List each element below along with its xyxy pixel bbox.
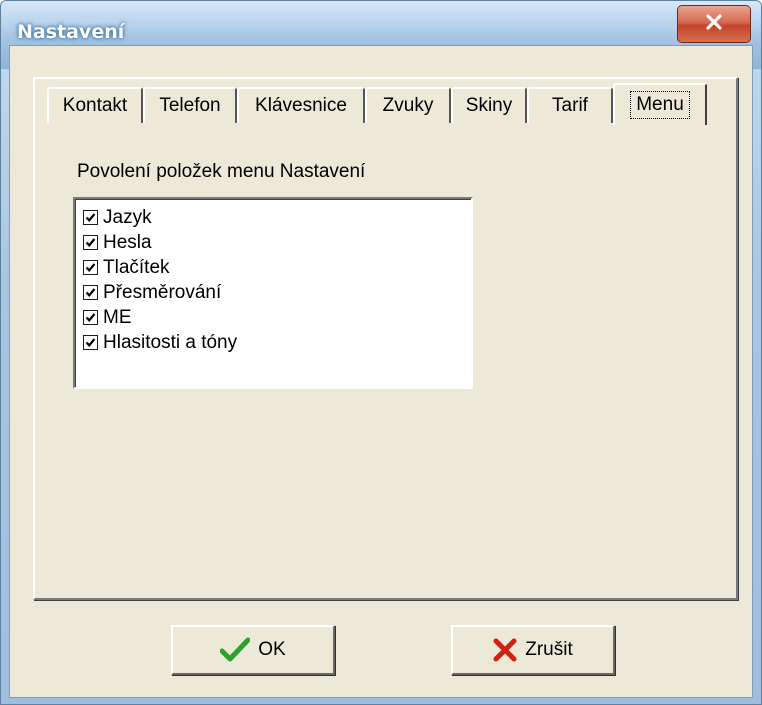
tab-menu[interactable]: Menu (613, 83, 707, 125)
tab-telefon[interactable]: Telefon (143, 87, 237, 123)
checkmark-icon (85, 238, 96, 247)
tab-label: Tarif (552, 95, 588, 116)
checkbox-jazyk[interactable] (83, 210, 98, 225)
list-item-presmerovani[interactable]: Přesměrování (83, 280, 471, 305)
menu-items-checklist[interactable]: Jazyk Hesla Tlačítek Přesměrování ME Hla… (73, 197, 473, 389)
checkbox-me[interactable] (83, 310, 98, 325)
list-item-label: Přesměrování (103, 281, 222, 303)
list-item-hlasitosti[interactable]: Hlasitosti a tóny (83, 330, 471, 355)
checkbox-presmerovani[interactable] (83, 285, 98, 300)
checkbox-hesla[interactable] (83, 235, 98, 250)
tab-kontakt[interactable]: Kontakt (47, 87, 143, 123)
tab-label: Klávesnice (255, 95, 347, 116)
list-item-label: Hesla (103, 231, 152, 253)
tab-skiny[interactable]: Skiny (451, 87, 527, 123)
tab-tarif[interactable]: Tarif (527, 87, 613, 123)
list-item-label: Tlačítek (103, 256, 170, 278)
settings-dialog: Nastavení Kontakt Telefon Klávesnice Zvu… (0, 0, 762, 705)
list-item-hesla[interactable]: Hesla (83, 230, 471, 255)
list-item-tlacitek[interactable]: Tlačítek (83, 255, 471, 280)
list-item-me[interactable]: ME (83, 305, 471, 330)
close-icon (704, 13, 724, 35)
checkbox-tlacitek[interactable] (83, 260, 98, 275)
list-item-label: ME (103, 306, 132, 328)
close-button[interactable] (677, 5, 751, 43)
list-item-label: Jazyk (103, 206, 152, 228)
tab-label: Zvuky (382, 95, 434, 116)
tab-label: Telefon (159, 95, 221, 116)
tab-label: Skiny (465, 95, 513, 116)
ok-button[interactable]: OK (171, 625, 335, 675)
cancel-button-label: Zrušit (525, 639, 573, 660)
tab-label: Menu (630, 91, 690, 119)
window-title: Nastavení (17, 21, 125, 43)
checkmark-icon (85, 338, 96, 347)
tab-label: Kontakt (62, 95, 128, 116)
list-item-jazyk[interactable]: Jazyk (83, 205, 471, 230)
menu-permissions-label: Povolení položek menu Nastavení (77, 161, 366, 182)
checkmark-icon (85, 288, 96, 297)
checkmark-icon (220, 637, 251, 663)
ok-button-label: OK (258, 639, 286, 660)
cancel-button[interactable]: Zrušit (451, 625, 615, 675)
checkmark-icon (85, 213, 96, 222)
tab-klavesnice[interactable]: Klávesnice (237, 87, 365, 123)
tab-zvuky[interactable]: Zvuky (365, 87, 451, 123)
checkmark-icon (85, 263, 96, 272)
checkmark-icon (85, 313, 96, 322)
list-item-label: Hlasitosti a tóny (103, 331, 238, 353)
checkbox-hlasitosti[interactable] (83, 335, 98, 350)
cross-icon (493, 638, 517, 662)
